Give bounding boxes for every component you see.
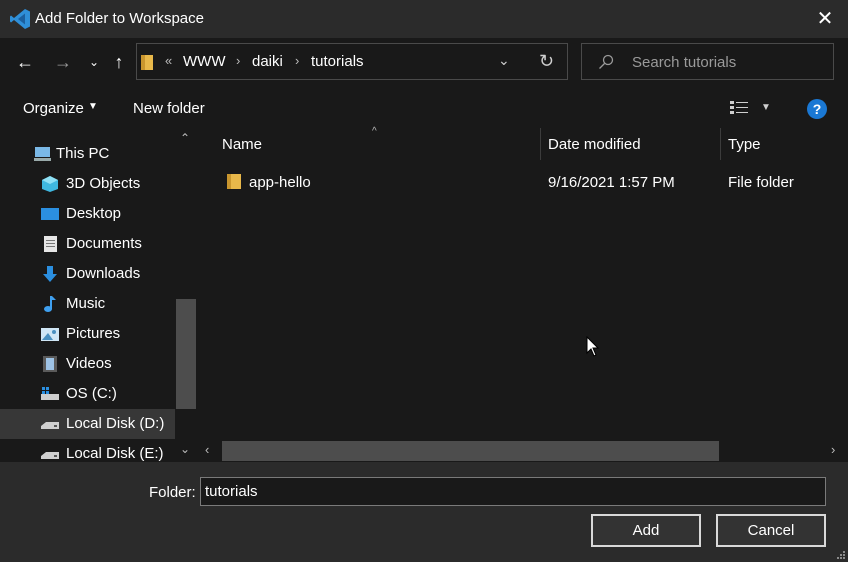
breadcrumb-overflow[interactable]: « bbox=[165, 53, 172, 68]
sidebar-item-os-c[interactable]: OS (C:) bbox=[0, 379, 175, 409]
sidebar-item-label: This PC bbox=[56, 145, 110, 162]
folder-icon bbox=[141, 55, 153, 70]
column-header-name[interactable]: Name bbox=[222, 136, 262, 153]
file-date: 9/16/2021 1:57 PM bbox=[548, 174, 675, 191]
up-arrow-icon[interactable]: ↑ bbox=[108, 51, 130, 73]
desktop-icon bbox=[41, 208, 59, 220]
download-icon bbox=[43, 266, 57, 282]
videos-icon bbox=[43, 356, 57, 372]
folder-input[interactable]: tutorials bbox=[200, 477, 826, 506]
sidebar-scrollbar[interactable] bbox=[176, 128, 196, 462]
search-placeholder[interactable]: Search tutorials bbox=[632, 54, 736, 71]
back-arrow-icon[interactable]: ← bbox=[14, 51, 36, 73]
recent-locations-chevron-icon[interactable]: ⌄ bbox=[83, 51, 105, 73]
scroll-left-icon[interactable]: ‹ bbox=[205, 442, 209, 457]
sidebar-item-music[interactable]: Music bbox=[0, 289, 175, 319]
os-drive-icon bbox=[41, 387, 59, 400]
sidebar-item-label: OS (C:) bbox=[66, 385, 117, 402]
forward-arrow-icon[interactable]: → bbox=[52, 51, 74, 73]
breadcrumb-chevron-icon[interactable]: › bbox=[295, 53, 299, 68]
sidebar-item-downloads[interactable]: Downloads bbox=[0, 259, 175, 289]
folder-icon bbox=[227, 174, 241, 189]
search-icon bbox=[599, 54, 614, 69]
organize-dropdown-icon[interactable]: ▼ bbox=[88, 101, 98, 112]
refresh-icon[interactable]: ↻ bbox=[539, 51, 554, 72]
folder-label: Folder: bbox=[149, 484, 196, 501]
sidebar-item-this-pc[interactable]: This PC bbox=[0, 139, 175, 169]
new-folder-button[interactable]: New folder bbox=[133, 100, 205, 117]
breadcrumb-chevron-icon[interactable]: › bbox=[236, 53, 240, 68]
music-icon bbox=[44, 296, 56, 312]
sidebar-item-pictures[interactable]: Pictures bbox=[0, 319, 175, 349]
resize-grip-icon[interactable] bbox=[836, 550, 846, 560]
sidebar-item-label: Pictures bbox=[66, 325, 121, 342]
column-header-type[interactable]: Type bbox=[728, 136, 761, 153]
breadcrumb-daiki[interactable]: daiki bbox=[252, 53, 283, 70]
help-icon[interactable]: ? bbox=[807, 99, 827, 119]
sidebar-item-label: Documents bbox=[66, 235, 142, 252]
sidebar-item-label: Music bbox=[66, 295, 106, 312]
file-name[interactable]: app-hello bbox=[249, 174, 311, 191]
sidebar-item-desktop[interactable]: Desktop bbox=[0, 199, 175, 229]
address-dropdown-icon[interactable]: ⌄ bbox=[498, 52, 510, 69]
sidebar-item-label: 3D Objects bbox=[66, 175, 141, 192]
vscode-logo-icon bbox=[10, 9, 30, 29]
scroll-up-icon[interactable]: ⌃ bbox=[180, 131, 190, 145]
mouse-cursor-icon bbox=[586, 336, 600, 357]
sidebar-item-videos[interactable]: Videos bbox=[0, 349, 175, 379]
sidebar-item-3d-objects[interactable]: 3D Objects bbox=[0, 169, 175, 199]
file-type: File folder bbox=[728, 174, 794, 191]
sidebar-item-local-disk-d[interactable]: Local Disk (D:) bbox=[0, 409, 175, 439]
breadcrumb-www[interactable]: WWW bbox=[183, 53, 225, 70]
sidebar-item-documents[interactable]: Documents bbox=[0, 229, 175, 259]
sidebar-item-label: Local Disk (D:) bbox=[66, 415, 165, 432]
column-divider[interactable] bbox=[720, 128, 721, 160]
disk-icon bbox=[41, 452, 59, 459]
cube-icon bbox=[42, 176, 58, 192]
horizontal-scroll-thumb[interactable] bbox=[222, 441, 719, 461]
organize-button[interactable]: Organize bbox=[23, 100, 84, 117]
pictures-icon bbox=[41, 328, 59, 341]
sidebar-item-label: Local Disk (E:) bbox=[66, 445, 164, 462]
close-icon[interactable]: ✕ bbox=[812, 6, 838, 32]
scroll-right-icon[interactable]: › bbox=[831, 442, 835, 457]
breadcrumb-tutorials[interactable]: tutorials bbox=[311, 53, 364, 70]
pc-icon bbox=[34, 147, 51, 161]
documents-icon bbox=[44, 236, 57, 252]
cancel-button[interactable]: Cancel bbox=[716, 514, 826, 547]
view-options-icon[interactable] bbox=[730, 100, 748, 115]
sidebar-scroll-thumb[interactable] bbox=[176, 299, 196, 409]
view-dropdown-icon[interactable]: ▼ bbox=[761, 102, 771, 113]
disk-icon bbox=[41, 422, 59, 429]
column-header-date[interactable]: Date modified bbox=[548, 136, 641, 153]
sidebar-item-label: Desktop bbox=[66, 205, 122, 222]
sidebar-item-label: Videos bbox=[66, 355, 112, 372]
add-button[interactable]: Add bbox=[591, 514, 701, 547]
sort-ascending-icon: ^ bbox=[372, 126, 377, 137]
window-title: Add Folder to Workspace bbox=[35, 10, 204, 27]
sidebar-item-label: Downloads bbox=[66, 265, 141, 282]
column-divider[interactable] bbox=[540, 128, 541, 160]
toolbar bbox=[0, 88, 848, 128]
scroll-down-icon[interactable]: ⌄ bbox=[180, 442, 190, 456]
